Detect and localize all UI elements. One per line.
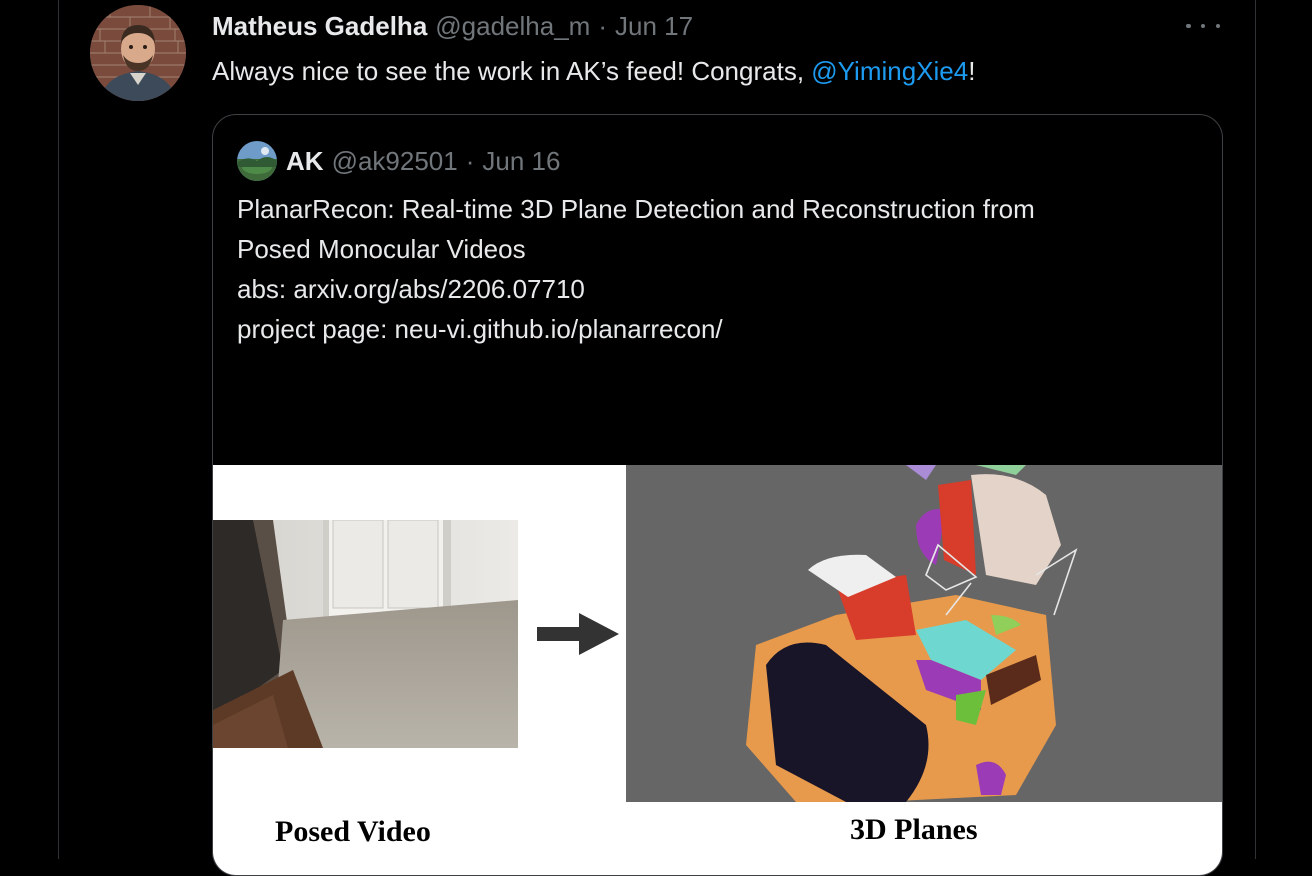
3d-planes-render	[626, 465, 1222, 802]
3d-planes-label: 3D Planes	[850, 813, 978, 846]
author-handle[interactable]: @gadelha_m	[435, 11, 590, 42]
quoted-text-line: Posed Monocular Videos	[237, 234, 526, 264]
quoted-author-avatar	[237, 141, 277, 181]
quoted-author-handle[interactable]: @ak92501	[332, 146, 458, 177]
quoted-text-line: abs: arxiv.org/abs/2206.07710	[237, 274, 585, 304]
quoted-author-name[interactable]: AK	[286, 146, 324, 177]
separator-dot: ·	[598, 10, 608, 41]
more-horizontal-icon	[1186, 23, 1191, 29]
posed-video-frame	[213, 520, 518, 748]
author-avatar[interactable]	[90, 5, 186, 101]
quoted-tweet-card[interactable]: AK @ak92501 · Jun 16 PlanarRecon: Real-t…	[212, 114, 1223, 876]
quoted-tweet-header: AK @ak92501 · Jun 16	[237, 141, 561, 181]
tweet-header: Matheus Gadelha @gadelha_m · Jun 17	[212, 8, 693, 44]
more-options-button[interactable]	[1186, 16, 1220, 36]
quoted-text-line: project page: neu-vi.github.io/planarrec…	[237, 314, 723, 344]
separator-dot: ·	[465, 145, 475, 176]
posed-video-label: Posed Video	[275, 815, 431, 848]
right-arrow-icon	[537, 613, 619, 655]
tweet-text-end: !	[968, 56, 976, 86]
timeline-border-left	[58, 0, 59, 859]
timeline-border-right	[1255, 0, 1256, 859]
quoted-tweet-text: PlanarRecon: Real-time 3D Plane Detectio…	[237, 189, 1197, 349]
tweet-text-body: Always nice to see the work in AK’s feed…	[212, 56, 812, 86]
tweet-text: Always nice to see the work in AK’s feed…	[212, 52, 975, 90]
quoted-media[interactable]: Posed Video 3D Planes	[213, 465, 1222, 875]
author-name[interactable]: Matheus Gadelha	[212, 11, 427, 42]
quoted-text-line: PlanarRecon: Real-time 3D Plane Detectio…	[237, 194, 1035, 224]
quoted-tweet-date: Jun 16	[482, 145, 561, 176]
mention-link[interactable]: @YimingXie4	[811, 56, 968, 86]
tweet-date[interactable]: Jun 17	[615, 11, 693, 42]
